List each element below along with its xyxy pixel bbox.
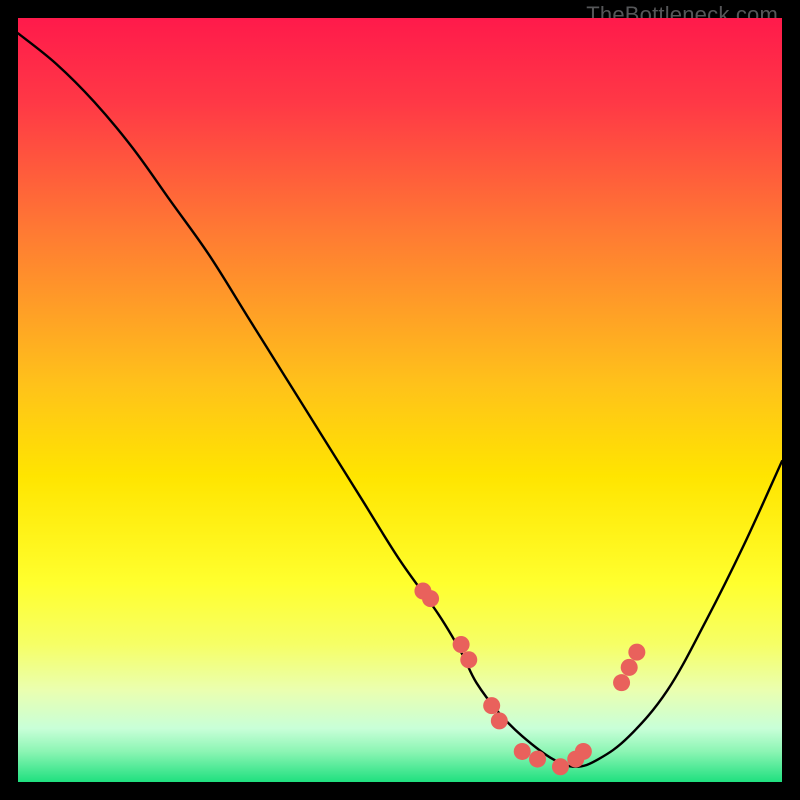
- highlight-dot: [491, 712, 508, 729]
- highlight-dot: [514, 743, 531, 760]
- highlight-dot: [628, 644, 645, 661]
- gradient-background: [18, 18, 782, 782]
- bottleneck-chart: [18, 18, 782, 782]
- highlight-dot: [453, 636, 470, 653]
- highlight-dot: [613, 674, 630, 691]
- highlight-dot: [483, 697, 500, 714]
- highlight-dot: [460, 651, 477, 668]
- highlight-dot: [422, 590, 439, 607]
- highlight-dot: [575, 743, 592, 760]
- highlight-dot: [621, 659, 638, 676]
- chart-frame: [18, 18, 782, 782]
- highlight-dot: [529, 751, 546, 768]
- highlight-dot: [552, 758, 569, 775]
